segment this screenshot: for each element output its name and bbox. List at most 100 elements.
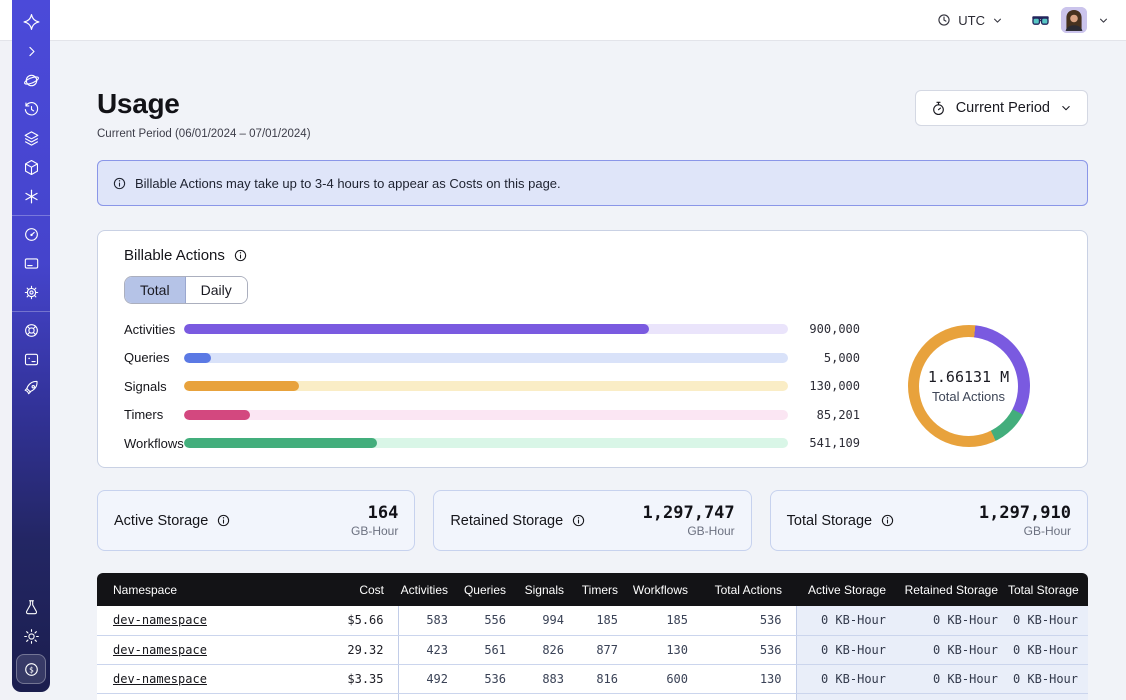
cell-workflows: 600 — [632, 664, 702, 693]
billable-actions-title-text: Billable Actions — [124, 247, 225, 264]
cell-queries: 556 — [462, 606, 520, 635]
storage-value: 164 — [351, 503, 398, 523]
sidebar-item-theme[interactable] — [12, 622, 50, 651]
sidebar-item-support[interactable] — [12, 316, 50, 345]
cell-activities: 583 — [398, 606, 462, 635]
bar-label: Queries — [124, 350, 184, 365]
header-signals: Signals — [520, 573, 578, 606]
tab-total[interactable]: Total — [125, 277, 186, 303]
namespace-link[interactable]: dev-namespace — [113, 643, 207, 657]
table-row: dev-namespace $5.66 583 556 994 185 185 … — [97, 606, 1088, 635]
storage-value: 1,297,910 — [979, 503, 1071, 523]
planet-icon — [22, 71, 41, 90]
console-icon — [22, 350, 41, 369]
sidebar-item-labs[interactable] — [12, 593, 50, 622]
billable-actions-card: Billable Actions Total Daily Activities … — [97, 230, 1088, 468]
namespace-link[interactable]: dev-namespace — [113, 672, 207, 686]
avatar[interactable] — [1061, 7, 1087, 33]
info-icon[interactable] — [233, 248, 248, 263]
cell-active-storage: 0 KB-Hour — [796, 664, 896, 693]
timezone-selector[interactable]: UTC — [936, 12, 1004, 28]
clock-reset-icon — [22, 100, 41, 119]
total-storage-card: Total Storage 1,297,910 GB-Hour — [770, 490, 1088, 551]
sidebar-item-namespaces[interactable] — [12, 66, 50, 95]
sidebar-item-usage[interactable]: $ — [16, 654, 46, 684]
dollar-coin-icon: $ — [22, 660, 41, 679]
cell-cost: 29.32 — [318, 635, 398, 664]
sidebar-nav: $ — [12, 0, 50, 692]
dev-goggles-button[interactable] — [1030, 10, 1051, 31]
sidebar-item-getting-started[interactable] — [12, 374, 50, 403]
bar-label: Signals — [124, 379, 184, 394]
header-total-storage: Total Storage — [1008, 573, 1088, 606]
info-icon — [112, 176, 127, 191]
clock-icon — [936, 12, 952, 28]
sun-icon — [22, 627, 41, 646]
total-actions-label: Total Actions — [932, 389, 1005, 404]
table-header-row: Namespace Cost Activities Queries Signal… — [97, 573, 1088, 606]
period-selector-button[interactable]: Current Period — [915, 90, 1088, 126]
sidebar-item-metrics[interactable] — [12, 220, 50, 249]
page-header: Usage Current Period (06/01/2024 – 07/01… — [97, 88, 1088, 140]
bar-row-timers: Timers 85,201 — [124, 406, 860, 424]
info-icon[interactable] — [880, 513, 895, 528]
bar-track — [184, 438, 788, 448]
cell-retained-storage: 0 KB-Hour — [896, 664, 1008, 693]
info-icon[interactable] — [571, 513, 586, 528]
sidebar-item-deployments[interactable] — [12, 124, 50, 153]
storage-unit: GB-Hour — [643, 524, 735, 538]
sidebar-item-expand[interactable] — [12, 37, 50, 66]
table-row: dev-namespace $3.35 492 536 883 816 600 … — [97, 664, 1088, 693]
total-daily-tabs: Total Daily — [124, 276, 248, 304]
account-chevron-icon[interactable] — [1097, 14, 1110, 27]
storage-card-label: Total Storage — [787, 513, 895, 529]
cube-icon — [22, 158, 41, 177]
donut-box: 1.66131 M Total Actions — [876, 325, 1061, 447]
cell-cost: $5.66 — [318, 606, 398, 635]
cell-queries: 561 — [462, 635, 520, 664]
bar-fill-signals — [184, 381, 299, 391]
namespace-table-wrap: Namespace Cost Activities Queries Signal… — [97, 573, 1088, 700]
timezone-label: UTC — [958, 13, 985, 28]
header-queries: Queries — [462, 573, 520, 606]
sidebar-divider — [12, 311, 50, 312]
cell-activities: 423 — [398, 635, 462, 664]
namespace-link[interactable]: dev-namespace — [113, 613, 207, 627]
bar-row-activities: Activities 900,000 — [124, 320, 860, 338]
bar-row-signals: Signals 130,000 — [124, 377, 860, 395]
active-storage-card: Active Storage 164 GB-Hour — [97, 490, 415, 551]
bar-row-queries: Queries 5,000 — [124, 349, 860, 367]
cell-retained-storage: 0 KB-Hour — [896, 606, 1008, 635]
info-banner-text: Billable Actions may take up to 3-4 hour… — [135, 176, 561, 191]
gauge-icon — [22, 225, 41, 244]
sidebar-item-console[interactable] — [12, 345, 50, 374]
info-banner: Billable Actions may take up to 3-4 hour… — [97, 160, 1088, 206]
flask-icon — [22, 598, 41, 617]
info-icon[interactable] — [216, 513, 231, 528]
bar-track — [184, 324, 788, 334]
donut-center: 1.66131 M Total Actions — [919, 337, 1018, 436]
table-row: dev-namespace 29.32 423 561 826 877 130 … — [97, 635, 1088, 664]
chevron-down-icon — [991, 14, 1004, 27]
header-activities: Activities — [398, 573, 462, 606]
credit-card-icon — [22, 254, 41, 273]
storage-card-label: Active Storage — [114, 513, 231, 529]
sidebar-item-nexus[interactable] — [12, 182, 50, 211]
chevron-right-icon — [24, 44, 39, 59]
cell-total-actions: 130 — [702, 664, 796, 693]
sidebar-item-home[interactable] — [12, 8, 50, 37]
cell-activities: 492 — [398, 664, 462, 693]
layers-icon — [22, 129, 41, 148]
header-total-actions: Total Actions — [702, 573, 796, 606]
storage-unit: GB-Hour — [351, 524, 398, 538]
bar-value: 85,201 — [798, 408, 860, 422]
sidebar-item-workers[interactable] — [12, 153, 50, 182]
topbar: UTC — [0, 0, 1126, 41]
retained-storage-card: Retained Storage 1,297,747 GB-Hour — [433, 490, 751, 551]
bar-fill-activities — [184, 324, 649, 334]
storage-value: 1,297,747 — [643, 503, 735, 523]
tab-daily[interactable]: Daily — [186, 277, 247, 303]
sidebar-item-billing[interactable] — [12, 249, 50, 278]
sidebar-item-settings[interactable] — [12, 278, 50, 307]
sidebar-item-history[interactable] — [12, 95, 50, 124]
